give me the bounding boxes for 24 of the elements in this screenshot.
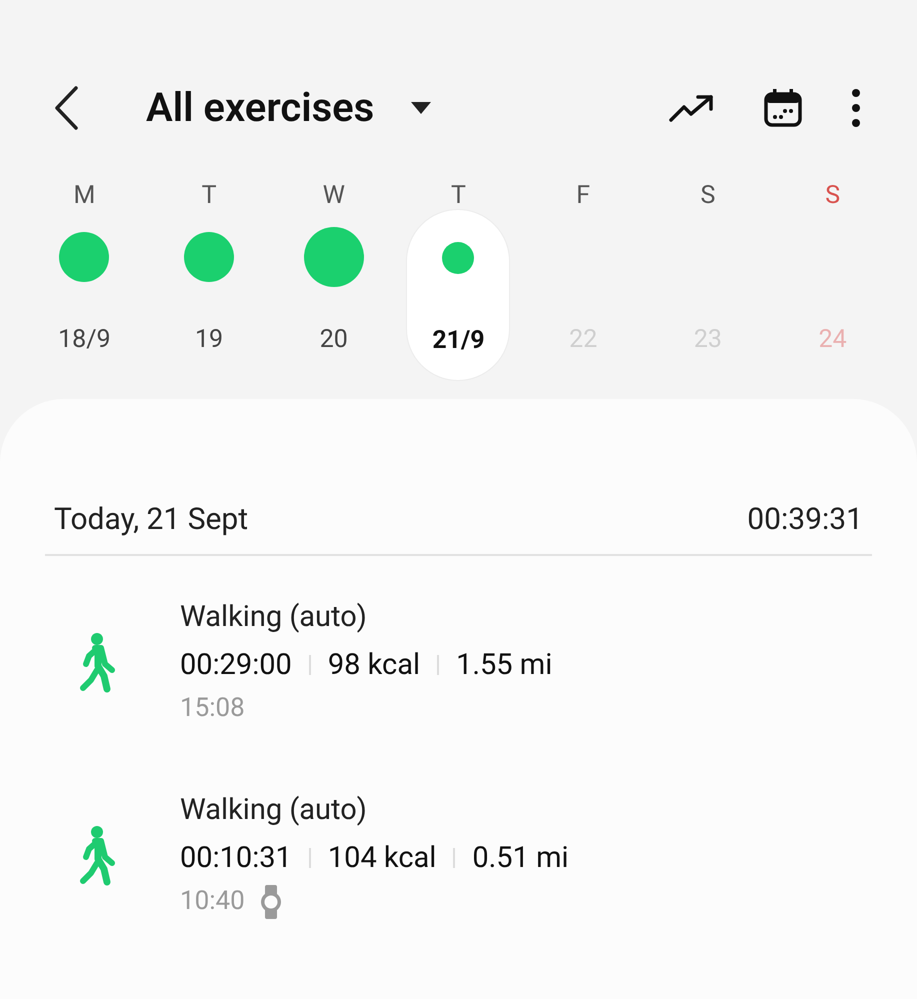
exercise-title: Walking (auto) — [180, 599, 368, 636]
walking-person-icon — [79, 824, 115, 886]
caret-icon — [410, 101, 432, 115]
exercise-filter-dropdown[interactable]: All exercises — [146, 78, 432, 138]
exercise-stat: 00:29:00 — [180, 647, 292, 684]
day-label: Today, 21 Sept — [54, 501, 248, 539]
exercise-stat: 98 kcal — [328, 647, 420, 684]
exercise-title: Walking (auto) — [180, 792, 368, 829]
more-options-icon[interactable] — [851, 89, 861, 127]
weekday-label: S — [700, 180, 716, 212]
calendar-icon[interactable] — [763, 88, 803, 128]
trend-icon[interactable] — [669, 93, 715, 123]
walking-person-icon — [79, 632, 115, 694]
exercise-entry[interactable]: Walking (auto) 00:29:00 98 kcal 1.55 mi 15:08 — [0, 586, 917, 739]
weekday-label: F — [576, 180, 590, 212]
exercise-entry[interactable]: Walking (auto) 00:10:31 104 kcal 0.51 mi 10:40 — [0, 779, 917, 932]
exercise-stat: 0.51 mi — [472, 840, 569, 877]
day-total-duration: 00:39:31 — [747, 501, 863, 539]
exercise-stat: 104 kcal — [328, 840, 436, 877]
exercise-time: 15:08 — [180, 692, 245, 725]
day-selector[interactable]: 21/9 — [406, 209, 510, 381]
exercise-stat: 1.55 mi — [456, 647, 552, 684]
exercise-stat: 00:10:31 — [180, 840, 292, 877]
exercise-time: 10:40 — [180, 885, 245, 918]
